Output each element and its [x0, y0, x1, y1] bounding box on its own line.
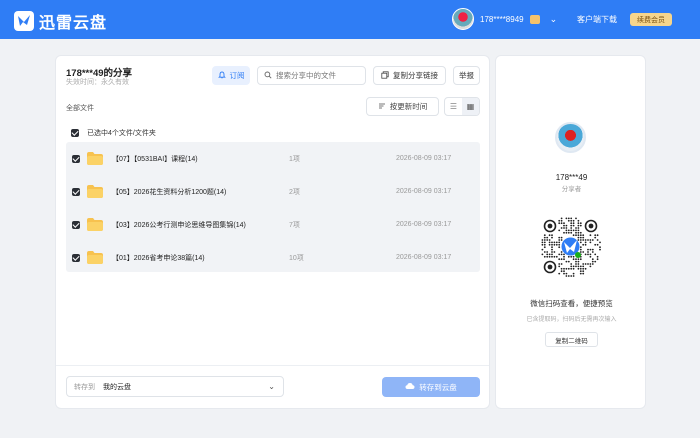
breadcrumb[interactable]: 全部文件: [66, 103, 94, 113]
selected-count: 已选中4个文件/文件夹: [87, 130, 156, 137]
xunlei-bird-icon: [14, 11, 34, 31]
list-view-icon[interactable]: ☰: [445, 98, 462, 115]
save-footer: 转存到 我的云盘 ⌄ 转存到云盘: [56, 365, 489, 409]
save-to-value: 我的云盘: [103, 383, 131, 391]
share-qr-code: [541, 217, 601, 277]
file-name[interactable]: 【05】2026花生资料分析1200题(14): [112, 187, 226, 197]
subscribe-button[interactable]: 订阅: [212, 66, 250, 85]
folder-icon: [87, 251, 103, 264]
table-row[interactable]: 【01】2026省考申论38篇(14) 10项 2026-08-09 03:17: [66, 241, 480, 274]
select-all-row: 已选中4个文件/文件夹: [71, 128, 156, 138]
qr-title: 微信扫码查看，便捷预览: [530, 299, 613, 308]
cloud-icon: [405, 382, 415, 392]
chevron-down-icon: ⌄: [268, 382, 275, 391]
row-checkbox[interactable]: [72, 154, 80, 163]
bell-icon: [217, 71, 226, 81]
client-download-link[interactable]: 客户端下载: [577, 14, 617, 25]
grid-view-icon[interactable]: ▦: [462, 98, 479, 115]
sort-icon: [378, 102, 386, 112]
sort-button[interactable]: 按更新时间: [366, 97, 439, 116]
table-row[interactable]: 【05】2026花生资料分析1200题(14) 2项 2026-08-09 03…: [66, 175, 480, 208]
save-to-cloud-button[interactable]: 转存到云盘: [382, 377, 480, 397]
file-name[interactable]: 【03】2026公考行测申论思维导图集锦(14): [112, 220, 246, 230]
share-panel: 178***49的分享 失效时间：永久有效 订阅 搜索分享中的文件 复制分享链接…: [55, 55, 490, 409]
brand[interactable]: 迅雷云盘: [14, 9, 107, 33]
row-checkbox[interactable]: [72, 220, 80, 229]
subscribe-label: 订阅: [229, 71, 245, 80]
folder-icon: [87, 152, 103, 165]
file-time: 2026-08-09 03:17: [396, 254, 452, 261]
sharer-role: 分享者: [561, 186, 582, 193]
folder-icon: [87, 185, 103, 198]
file-name[interactable]: 【01】2026省考申论38篇(14): [112, 253, 205, 263]
file-list: 【07】【0531BAI】课程(14) 1项 2026-08-09 03:17 …: [66, 142, 480, 272]
copy-share-link-label: 复制分享链接: [393, 71, 438, 80]
save-button-label: 转存到云盘: [419, 382, 457, 392]
user-name: 178****8949: [480, 14, 524, 24]
top-bar: 迅雷云盘 178****8949 ⌄ 客户端下载 续费会员: [0, 0, 700, 39]
file-name[interactable]: 【07】【0531BAI】课程(14): [112, 154, 198, 164]
share-expiry: 失效时间：永久有效: [66, 79, 129, 86]
search-icon: [264, 71, 272, 81]
sharer-panel: 178***49 分享者 微信扫码查看，便捷预览 已含提取码，扫码后无需再次输入…: [495, 55, 646, 409]
sharer-avatar: [555, 122, 586, 153]
save-to-label: 转存到: [74, 383, 95, 391]
table-row[interactable]: 【07】【0531BAI】课程(14) 1项 2026-08-09 03:17: [66, 142, 480, 175]
qr-subtitle: 已含提取码，扫码后无需再次输入: [526, 317, 617, 323]
vip-badge-icon: [529, 14, 540, 24]
copy-icon: [381, 70, 389, 81]
select-all-checkbox[interactable]: [71, 129, 79, 137]
sort-label: 按更新时间: [389, 102, 428, 111]
copy-share-link-button[interactable]: 复制分享链接: [373, 66, 446, 85]
table-row[interactable]: 【03】2026公考行测申论思维导图集锦(14) 7项 2026-08-09 0…: [66, 208, 480, 241]
row-checkbox[interactable]: [72, 253, 80, 262]
row-checkbox[interactable]: [72, 187, 80, 196]
user-avatar[interactable]: [452, 8, 474, 30]
user-menu[interactable]: 178****8949 ⌄: [452, 8, 557, 30]
file-time: 2026-08-09 03:17: [396, 188, 452, 195]
file-count: 2项: [289, 188, 300, 196]
sharer-name: 178***49: [555, 173, 588, 182]
chevron-down-icon[interactable]: ⌄: [550, 14, 558, 25]
file-time: 2026-08-09 03:17: [396, 155, 452, 162]
copy-qr-button[interactable]: 复制二维码: [545, 332, 598, 347]
file-count: 7项: [289, 221, 300, 229]
file-count: 10项: [289, 254, 304, 262]
search-placeholder: 搜索分享中的文件: [276, 71, 336, 80]
view-switch: ☰ ▦: [444, 97, 480, 116]
brand-name: 迅雷云盘: [39, 15, 108, 32]
folder-icon: [87, 218, 103, 231]
share-search-input[interactable]: 搜索分享中的文件: [257, 66, 366, 85]
renew-vip-button[interactable]: 续费会员: [630, 13, 672, 26]
save-destination-select[interactable]: 转存到 我的云盘 ⌄: [66, 376, 284, 397]
report-button[interactable]: 举报: [453, 66, 480, 85]
file-time: 2026-08-09 03:17: [396, 221, 452, 228]
file-count: 1项: [289, 155, 300, 163]
